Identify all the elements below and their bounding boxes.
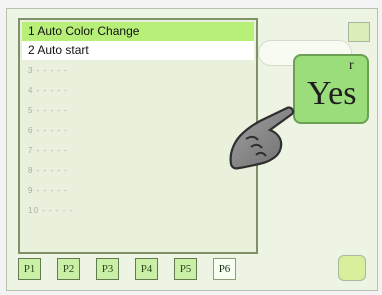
list-item-auto-color-change[interactable]: 1 Auto Color Change: [22, 22, 254, 41]
device-frame: 1 Auto Color Change 2 Auto start 3 - - -…: [0, 0, 382, 295]
tab-label: P1: [23, 263, 36, 275]
list-item[interactable]: 5 - - - - -: [22, 101, 254, 120]
page-tabs: P1 P2 P3 P4 P5 P6: [18, 258, 250, 282]
list-item-label: 4 - - - - -: [28, 86, 68, 95]
list-item[interactable]: 7 - - - - -: [22, 141, 254, 160]
yes-button-label: Yes: [307, 75, 357, 112]
list-item[interactable]: 3 - - - - -: [22, 61, 254, 80]
list-item-auto-start[interactable]: 2 Auto start: [22, 41, 254, 60]
tab-label: P2: [62, 263, 75, 275]
settings-list: 1 Auto Color Change 2 Auto start 3 - - -…: [18, 18, 258, 254]
tab-p6[interactable]: P6: [213, 258, 236, 280]
list-item-label: 2 Auto start: [28, 43, 89, 57]
tab-label: P6: [218, 263, 231, 275]
list-item[interactable]: 8 - - - - -: [22, 161, 254, 180]
tab-p1[interactable]: P1: [18, 258, 41, 280]
tab-p4[interactable]: P4: [135, 258, 158, 280]
tab-p3[interactable]: P3: [96, 258, 119, 280]
list-item-label: 1 Auto Color Change: [28, 24, 140, 38]
list-item-label: 10 - - - - -: [28, 206, 74, 215]
corner-button-top[interactable]: [348, 22, 370, 42]
list-item-label: 9 - - - - -: [28, 186, 68, 195]
list-item-label: 8 - - - - -: [28, 166, 68, 175]
tab-label: P3: [101, 263, 114, 275]
list-item-label: 3 - - - - -: [28, 66, 68, 75]
list-item-label: 6 - - - - -: [28, 126, 68, 135]
list-item[interactable]: 6 - - - - -: [22, 121, 254, 140]
list-item-label: 7 - - - - -: [28, 146, 68, 155]
tab-p2[interactable]: P2: [57, 258, 80, 280]
yes-button[interactable]: r Yes: [293, 54, 369, 124]
list-item-label: 5 - - - - -: [28, 106, 68, 115]
list-item[interactable]: 4 - - - - -: [22, 81, 254, 100]
list-item[interactable]: 9 - - - - -: [22, 181, 254, 200]
corner-button-bottom[interactable]: [338, 255, 366, 281]
tab-label: P4: [140, 263, 153, 275]
hand-pointer-icon: [229, 106, 295, 170]
tab-p5[interactable]: P5: [174, 258, 197, 280]
tab-label: P5: [179, 263, 192, 275]
yes-button-r-label: r: [349, 58, 354, 73]
list-item[interactable]: 10 - - - - -: [22, 201, 254, 220]
